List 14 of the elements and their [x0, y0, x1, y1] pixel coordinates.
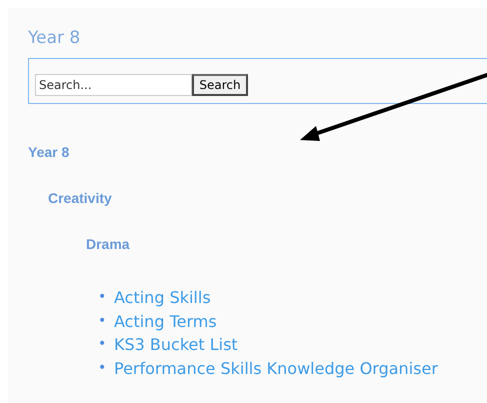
bullet: •	[98, 288, 108, 307]
bullet: •	[98, 335, 108, 354]
tree-heading: Year 8	[28, 144, 70, 160]
page-title: Year 8	[28, 28, 82, 48]
search-field[interactable]: Search...	[35, 74, 192, 96]
tree-heading: Drama	[86, 236, 131, 252]
page-link[interactable]: Acting Terms	[114, 310, 217, 333]
search-button[interactable]: Search	[192, 74, 248, 96]
bullet: •	[98, 312, 108, 330]
page-link[interactable]: KS3 Bucket List	[114, 333, 238, 356]
page-link[interactable]: Performance Skills Knowledge Organiser	[114, 356, 438, 380]
bullet: •	[98, 358, 108, 378]
page-link[interactable]: Acting Skills	[114, 286, 211, 310]
tree-heading: Creativity	[48, 190, 113, 206]
